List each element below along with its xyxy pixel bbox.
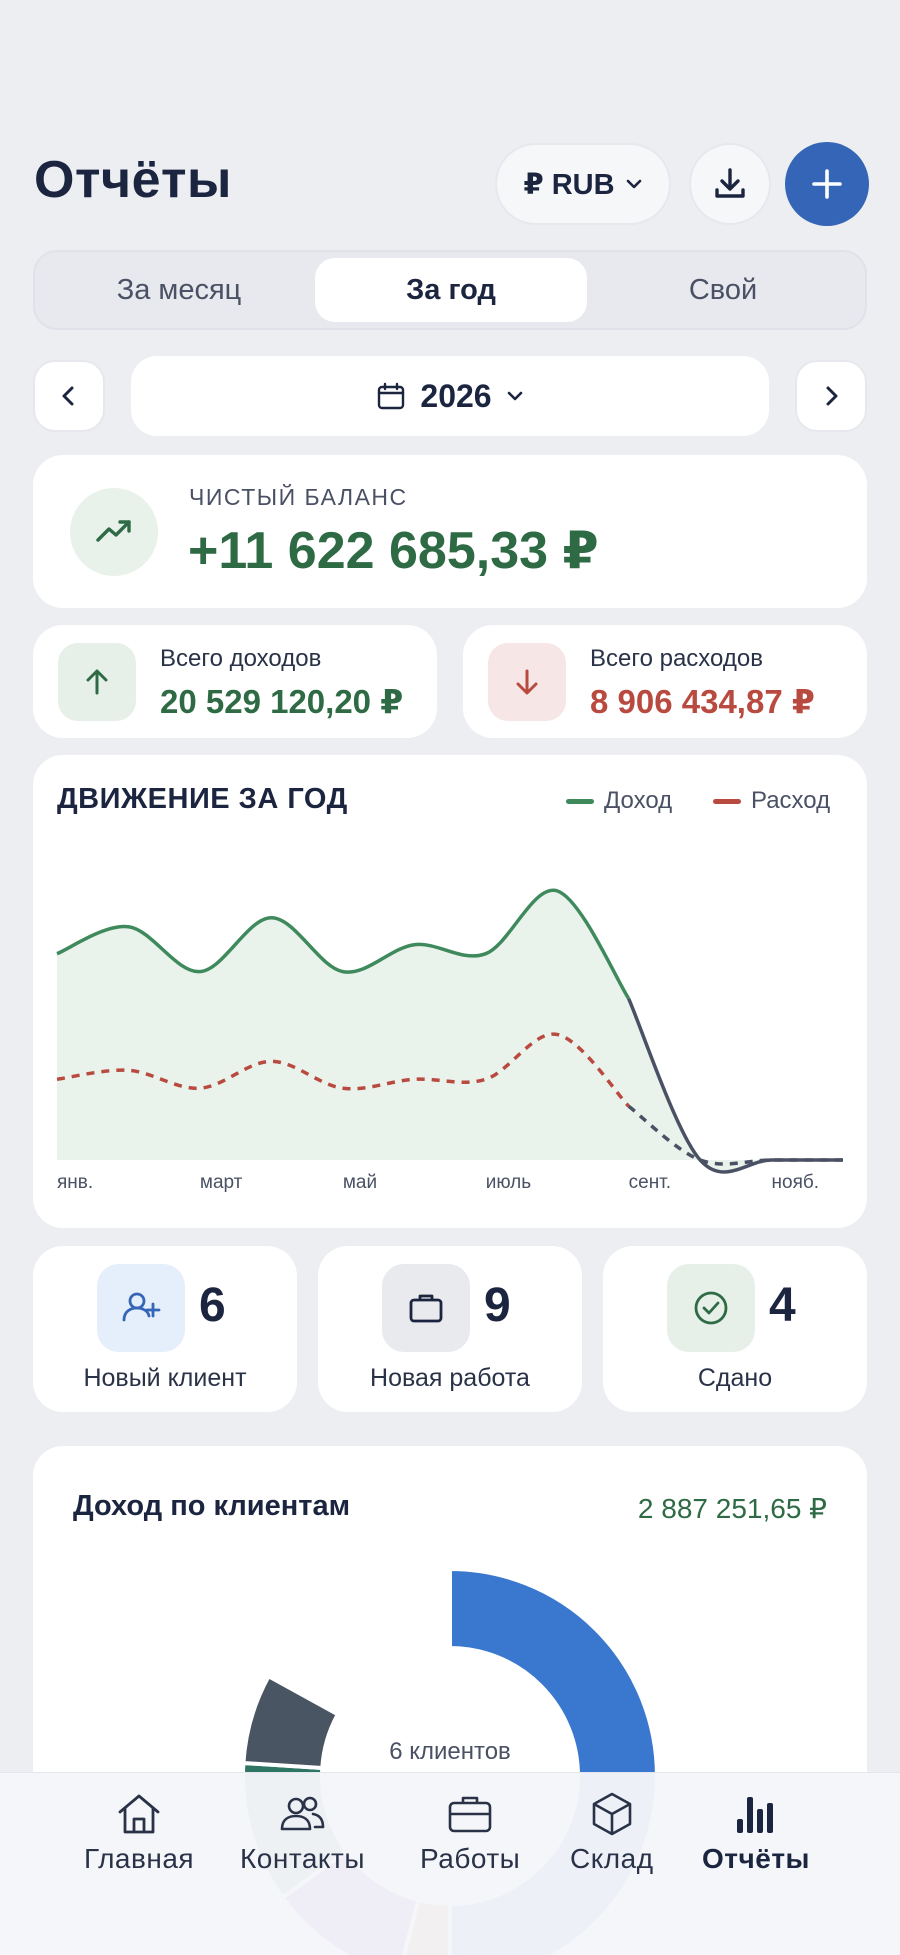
briefcase-icon [382, 1264, 470, 1352]
year-value: 2026 [420, 377, 492, 414]
plus-icon [812, 169, 842, 199]
next-year-button[interactable] [795, 360, 867, 432]
download-button[interactable] [689, 143, 771, 225]
tab-custom[interactable]: Свой [587, 258, 859, 322]
delivered-label: Сдано [697, 1364, 773, 1392]
nav-reports-label: Отчёты [702, 1843, 810, 1874]
page-title: Отчёты [34, 151, 232, 209]
delivered-count: 4 [769, 1279, 796, 1332]
year-movement-chart-card: ДВИЖЕНИЕ ЗА ГОД Доход Расход янв. март май… [33, 755, 867, 1228]
add-button[interactable] [785, 142, 869, 226]
nav-works-label: Работы [420, 1843, 521, 1874]
bottom-navigation: Главная Контакты Работы Склад Отчёты [0, 1772, 900, 1955]
bar-chart-icon [736, 1797, 773, 1833]
x-tick-label: янв. [57, 1172, 93, 1193]
income-total-label: Всего доходов [160, 645, 322, 672]
user-plus-icon [97, 1264, 185, 1352]
donut-center-label: 6 клиентов [389, 1738, 511, 1765]
tab-month[interactable]: За месяц [43, 258, 315, 322]
nav-contacts-label: Контакты [240, 1843, 365, 1874]
currency-selector[interactable]: ₽ RUB [495, 143, 671, 225]
download-icon [715, 168, 745, 198]
trending-up-icon [70, 488, 158, 576]
income-total-value: 20 529 120,20 ₽ [160, 683, 404, 720]
chevron-down-icon [507, 391, 522, 401]
box-icon [592, 1792, 632, 1836]
nav-reports[interactable]: Отчёты [702, 1789, 810, 1875]
expense-total-value: 8 906 434,87 ₽ [590, 683, 815, 720]
chevron-right-icon [826, 386, 838, 406]
delivered-counter[interactable]: 4 Сдано [603, 1246, 867, 1412]
period-tabs: За месяц За год Свой [33, 250, 867, 330]
new-work-label: Новая работа [370, 1364, 530, 1392]
tab-year[interactable]: За год [315, 258, 587, 322]
chevron-down-icon [626, 179, 641, 189]
year-selector[interactable]: 2026 [131, 356, 769, 436]
new-work-counter[interactable]: 9 Новая работа [318, 1246, 582, 1412]
home-icon [118, 1794, 160, 1834]
balance-value: +11 622 685,33 ₽ [188, 522, 599, 580]
x-tick-label: нояб. [772, 1172, 820, 1193]
chevron-left-icon [62, 386, 74, 406]
new-client-label: Новый клиент [83, 1364, 247, 1392]
x-tick-label: июль [486, 1172, 532, 1193]
nav-home-label: Главная [84, 1843, 195, 1874]
arrow-down-icon [488, 643, 566, 721]
users-icon [281, 1796, 325, 1831]
new-client-count: 6 [199, 1279, 226, 1332]
expense-total-label: Всего расходов [590, 645, 763, 672]
arrow-up-icon [58, 643, 136, 721]
prev-year-button[interactable] [33, 360, 105, 432]
nav-contacts[interactable]: Контакты [240, 1789, 365, 1875]
new-client-counter[interactable]: 6 Новый клиент [33, 1246, 297, 1412]
line-chart: янв. март май июль сент. нояб. [56, 888, 843, 1193]
briefcase-icon [448, 1796, 492, 1833]
x-tick-label: март [200, 1172, 243, 1193]
nav-warehouse-label: Склад [570, 1843, 654, 1874]
x-tick-label: май [343, 1172, 377, 1193]
x-tick-label: сент. [629, 1172, 671, 1193]
new-work-count: 9 [484, 1279, 511, 1332]
nav-works[interactable]: Работы [420, 1789, 520, 1875]
net-balance-card: ЧИСТЫЙ БАЛАНС +11 622 685,33 ₽ [33, 455, 867, 608]
nav-home[interactable]: Главная [84, 1789, 194, 1875]
calendar-icon [378, 382, 405, 410]
expense-total-card: Всего расходов 8 906 434,87 ₽ [463, 625, 867, 738]
income-area [57, 890, 843, 1172]
balance-label: ЧИСТЫЙ БАЛАНС [189, 484, 408, 510]
check-circle-icon [667, 1264, 755, 1352]
nav-warehouse[interactable]: Склад [570, 1789, 654, 1875]
income-total-card: Всего доходов 20 529 120,20 ₽ [33, 625, 437, 738]
currency-label: ₽ RUB [523, 168, 615, 201]
